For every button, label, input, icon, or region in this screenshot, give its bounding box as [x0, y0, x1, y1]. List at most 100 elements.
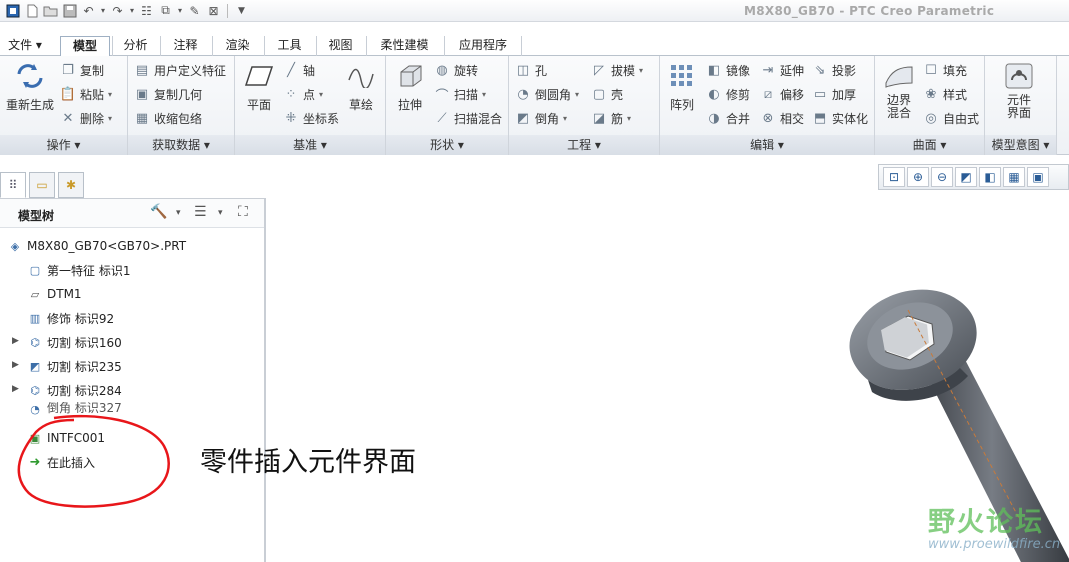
tab-applications[interactable]: 应用程序 — [444, 36, 522, 56]
tree-node-root-part[interactable]: ◈ M8X80_GB70<GB70>.PRT — [8, 236, 186, 256]
app-icon[interactable] — [4, 2, 21, 19]
merge-button[interactable]: ◑ 合并 — [706, 110, 750, 127]
udf-button[interactable]: ▤ 用户定义特征 — [134, 62, 226, 79]
undo-icon[interactable]: ↶ — [80, 2, 97, 19]
sketch-button[interactable]: 草绘 — [341, 60, 381, 113]
extrude-button[interactable]: 拉伸 — [390, 60, 430, 113]
chamfer-dropdown-icon[interactable]: ▾ — [563, 114, 567, 123]
hole-button[interactable]: ◫ 孔 — [515, 62, 547, 79]
tree-filter-icon[interactable]: ⛶ — [238, 204, 248, 220]
undo-dropdown-icon[interactable]: ▾ — [99, 2, 107, 19]
customize-icon[interactable]: ▼ — [233, 2, 250, 19]
tree-node-cut-235[interactable]: ◩ 切割 标识235 — [28, 356, 122, 376]
save-icon[interactable] — [61, 2, 78, 19]
delete-dropdown-icon[interactable]: ▾ — [108, 114, 112, 123]
tab-view[interactable]: 视图 — [316, 36, 364, 56]
datum-group-footer[interactable]: 基准 ▾ — [235, 135, 385, 155]
tab-tools[interactable]: 工具 — [264, 36, 314, 56]
boundary-blend-button[interactable]: 边界混合 — [879, 60, 919, 120]
plane-button[interactable]: 平面 — [239, 60, 279, 113]
tree-show-dropdown-icon[interactable]: ▾ — [218, 208, 223, 218]
tree-node-cosmetic[interactable]: ▥ 修饰 标识92 — [28, 308, 114, 328]
view-manager-icon[interactable]: ▣ — [1027, 167, 1049, 187]
paste-button[interactable]: 📋 粘贴 ▾ — [60, 86, 112, 103]
windows-dropdown-icon[interactable]: ▾ — [176, 2, 184, 19]
model-intent-group-footer[interactable]: 模型意图 ▾ — [985, 135, 1056, 155]
round-dropdown-icon[interactable]: ▾ — [575, 90, 579, 99]
shell-button[interactable]: ▢ 壳 — [591, 86, 623, 103]
rib-button[interactable]: ◪ 筋 ▾ — [591, 110, 631, 127]
refit-icon[interactable]: ⊡ — [883, 167, 905, 187]
tree-node-dtm1[interactable]: ▱ DTM1 — [28, 284, 82, 304]
favorites-tab[interactable]: ✱ — [58, 172, 84, 198]
windows-icon[interactable]: ⧉ — [157, 2, 174, 19]
chamfer-button[interactable]: ◩ 倒角 ▾ — [515, 110, 567, 127]
zoom-in-icon[interactable]: ⊕ — [907, 167, 929, 187]
extend-button[interactable]: ⇥ 延伸 — [760, 62, 804, 79]
redo-icon[interactable]: ↷ — [109, 2, 126, 19]
zoom-out-icon[interactable]: ⊖ — [931, 167, 953, 187]
expand-arrow-icon[interactable]: ▶ — [12, 360, 19, 370]
tab-annotate[interactable]: 注释 — [160, 36, 210, 56]
close-window-icon[interactable]: ⊠ — [205, 2, 222, 19]
fill-button[interactable]: ☐ 填充 — [923, 62, 967, 79]
shrinkwrap-button[interactable]: ▦ 收缩包络 — [134, 110, 202, 127]
paste-dropdown-icon[interactable]: ▾ — [108, 90, 112, 99]
tab-file[interactable]: 文件 ▾ — [0, 36, 50, 56]
tree-node-cut-284[interactable]: ⌬ 切割 标识284 — [28, 380, 122, 400]
redo-dropdown-icon[interactable]: ▾ — [128, 2, 136, 19]
draft-button[interactable]: ◸ 拔模 ▾ — [591, 62, 643, 79]
thicken-button[interactable]: ▭ 加厚 — [812, 86, 856, 103]
style-button[interactable]: ❀ 样式 — [923, 86, 967, 103]
tab-render[interactable]: 渲染 — [212, 36, 262, 56]
solidify-button[interactable]: ⬒ 实体化 — [812, 110, 868, 127]
axis-button[interactable]: ╱ 轴 — [283, 62, 315, 79]
csys-button[interactable]: ⁜ 坐标系 — [283, 110, 339, 127]
tree-settings-dropdown-icon[interactable]: ▾ — [176, 208, 181, 218]
point-dropdown-icon[interactable]: ▾ — [319, 90, 323, 99]
freestyle-button[interactable]: ◎ 自由式 — [923, 110, 979, 127]
trim-button[interactable]: ◐ 修剪 — [706, 86, 750, 103]
component-interface-button[interactable]: 元件界面 — [997, 60, 1041, 120]
copy-geometry-button[interactable]: ▣ 复制几何 — [134, 86, 202, 103]
expand-arrow-icon[interactable]: ▶ — [12, 336, 19, 346]
regenerate-button[interactable]: 重新生成 — [4, 60, 56, 113]
folder-browser-tab[interactable]: ▭ — [29, 172, 55, 198]
tree-node-first-feature[interactable]: ▢ 第一特征 标识1 — [28, 260, 131, 280]
draft-dropdown-icon[interactable]: ▾ — [639, 66, 643, 75]
project-button[interactable]: ⇘ 投影 — [812, 62, 856, 79]
eraser-icon[interactable]: ✎ — [186, 2, 203, 19]
shapes-group-footer[interactable]: 形状 ▾ — [386, 135, 508, 155]
revolve-button[interactable]: ◍ 旋转 — [434, 62, 478, 79]
sweep-dropdown-icon[interactable]: ▾ — [482, 90, 486, 99]
swept-blend-button[interactable]: ⟋ 扫描混合 — [434, 110, 502, 127]
tree-node-cut-160[interactable]: ⌬ 切割 标识160 — [28, 332, 122, 352]
delete-button[interactable]: ✕ 删除 ▾ — [60, 110, 112, 127]
rib-dropdown-icon[interactable]: ▾ — [627, 114, 631, 123]
regenerate-icon[interactable]: ☷ — [138, 2, 155, 19]
saved-orientations-icon[interactable]: ▦ — [1003, 167, 1025, 187]
expand-arrow-icon[interactable]: ▶ — [12, 384, 19, 394]
mirror-button[interactable]: ◧ 镜像 — [706, 62, 750, 79]
get-data-group-footer[interactable]: 获取数据 ▾ — [128, 135, 234, 155]
intersect-button[interactable]: ⊗ 相交 — [760, 110, 804, 127]
engineering-group-footer[interactable]: 工程 ▾ — [509, 135, 659, 155]
model-tree-tab[interactable]: ⠿ — [0, 172, 26, 198]
point-button[interactable]: ⁘ 点 ▾ — [283, 86, 323, 103]
editing-group-footer[interactable]: 编辑 ▾ — [660, 135, 874, 155]
new-icon[interactable] — [23, 2, 40, 19]
tree-show-icon[interactable]: ☰ — [194, 204, 207, 220]
operations-group-footer[interactable]: 操作 ▾ — [0, 135, 127, 155]
tab-analysis[interactable]: 分析 — [112, 36, 158, 56]
copy-button[interactable]: ❐ 复制 — [60, 62, 104, 79]
sweep-button[interactable]: ⌒ 扫描 ▾ — [434, 86, 486, 104]
tab-flexible-modeling[interactable]: 柔性建模 — [366, 36, 442, 56]
pattern-button[interactable]: 阵列 — [662, 60, 702, 113]
surfaces-group-footer[interactable]: 曲面 ▾ — [875, 135, 984, 155]
tree-settings-icon[interactable]: 🔨 — [150, 204, 167, 220]
tab-model[interactable]: 模型 — [60, 36, 110, 57]
display-style-icon[interactable]: ◧ — [979, 167, 1001, 187]
open-icon[interactable] — [42, 2, 59, 19]
round-button[interactable]: ◔ 倒圆角 ▾ — [515, 86, 579, 103]
repaint-icon[interactable]: ◩ — [955, 167, 977, 187]
